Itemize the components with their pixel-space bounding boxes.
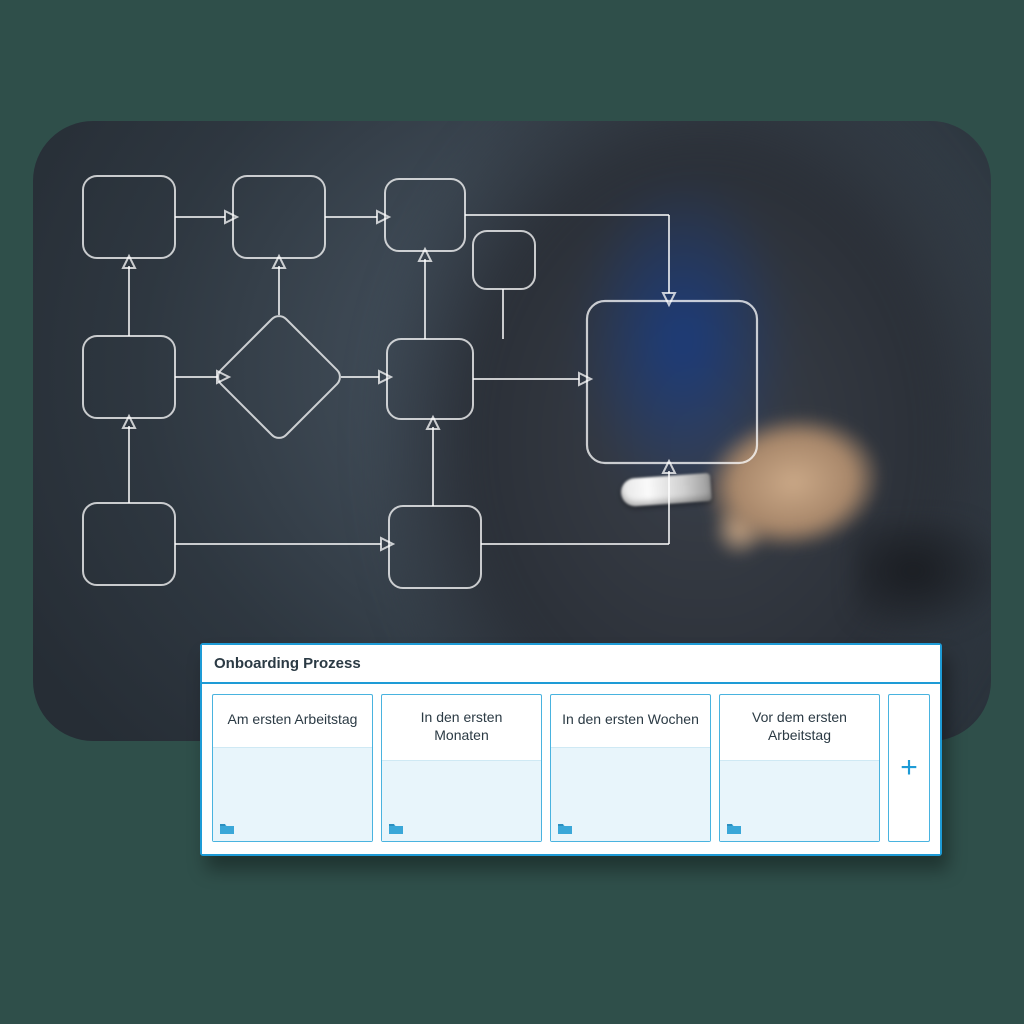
onboarding-card[interactable]: In den ersten Monaten	[381, 694, 542, 842]
onboarding-card[interactable]: Am ersten Arbeitstag	[212, 694, 373, 842]
folder-icon	[557, 821, 573, 835]
card-body	[720, 760, 879, 841]
onboarding-panel: Onboarding Prozess Am ersten Arbeitstag …	[200, 643, 942, 856]
folder-icon	[726, 821, 742, 835]
panel-title: Onboarding Prozess	[214, 655, 928, 672]
card-title: Am ersten Arbeitstag	[213, 695, 372, 747]
card-title: In den ersten Wochen	[551, 695, 710, 747]
onboarding-card[interactable]: In den ersten Wochen	[550, 694, 711, 842]
panel-body: Am ersten Arbeitstag In den ersten Monat…	[202, 684, 940, 854]
onboarding-card[interactable]: Vor dem ersten Arbeitstag	[719, 694, 880, 842]
card-body	[551, 747, 710, 841]
add-card-button[interactable]: +	[888, 694, 930, 842]
panel-header: Onboarding Prozess	[202, 645, 940, 684]
card-body	[213, 747, 372, 841]
card-body	[382, 760, 541, 841]
folder-icon	[219, 821, 235, 835]
folder-icon	[388, 821, 404, 835]
card-title: Vor dem ersten Arbeitstag	[720, 695, 879, 760]
card-title: In den ersten Monaten	[382, 695, 541, 760]
